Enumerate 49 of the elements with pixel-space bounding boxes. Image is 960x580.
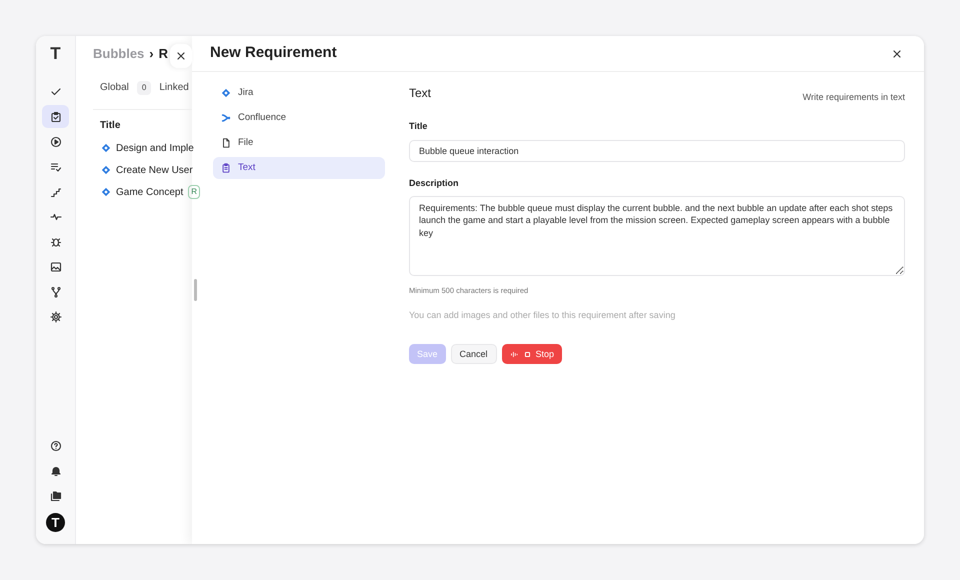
diamond-icon — [101, 187, 111, 197]
breadcrumb-separator: › — [149, 45, 154, 64]
breadcrumb-item[interactable]: R — [158, 44, 168, 64]
tab[interactable]: Linked — [159, 80, 189, 95]
bug-icon — [50, 236, 62, 248]
title-field[interactable]: Bubble queue interaction — [409, 140, 905, 162]
close-button[interactable] — [170, 44, 192, 68]
diamond-icon — [101, 165, 111, 175]
section-title: Text — [409, 85, 432, 102]
bell-icon — [50, 464, 62, 476]
row-title[interactable]: Design and Imple — [116, 140, 194, 156]
count-badge: 0 — [136, 80, 152, 94]
source-option[interactable]: Confluence — [213, 107, 385, 129]
avatar[interactable]: T — [46, 513, 65, 532]
check-icon — [50, 86, 62, 98]
play-circle-icon — [50, 136, 62, 148]
close-icon — [175, 50, 187, 62]
row-title[interactable]: Create New User — [116, 162, 193, 178]
dialog-title: New Requirement — [210, 43, 337, 64]
note-text: You can add images and other files to this requirement after saving — [409, 308, 676, 322]
hint-text: Write requirements in text — [802, 91, 905, 104]
branch-icon — [50, 286, 62, 298]
resize-handle[interactable] — [194, 279, 197, 301]
sidebar-button[interactable] — [42, 105, 69, 128]
diamond-icon — [101, 143, 111, 153]
help-icon — [50, 440, 62, 452]
list-check-icon — [50, 160, 62, 172]
source-option[interactable]: Text — [213, 157, 385, 179]
source-option[interactable]: Jira — [213, 82, 385, 104]
clipboard-icon — [221, 163, 231, 173]
description-field[interactable]: Requirements: The bubble queue must display the current bubble. and the next bubble an update after each shot steps launch the game and start a playable level from the mission screen. Expected gameplay screen appears with a bubble key — [409, 196, 905, 276]
file-icon — [221, 138, 231, 148]
row-title[interactable]: Game Concept — [116, 184, 184, 200]
settings-icon — [50, 310, 62, 322]
field-label: Title — [409, 120, 428, 132]
source-option[interactable]: File — [213, 132, 385, 154]
folders-icon — [50, 490, 62, 502]
tab[interactable]: Global — [100, 80, 129, 95]
close-icon — [891, 48, 903, 60]
field-label: Description — [409, 177, 460, 190]
sound-wave-icon — [510, 350, 519, 359]
cancel-button[interactable]: Cancel — [450, 344, 497, 364]
clipboard-check-icon — [50, 110, 62, 122]
diamond-icon — [221, 88, 231, 98]
stop-icon — [524, 350, 531, 358]
stairs-icon — [50, 186, 62, 198]
logo: T — [50, 44, 61, 64]
stop-button[interactable]: Stop — [502, 344, 562, 364]
image-icon — [50, 260, 62, 272]
